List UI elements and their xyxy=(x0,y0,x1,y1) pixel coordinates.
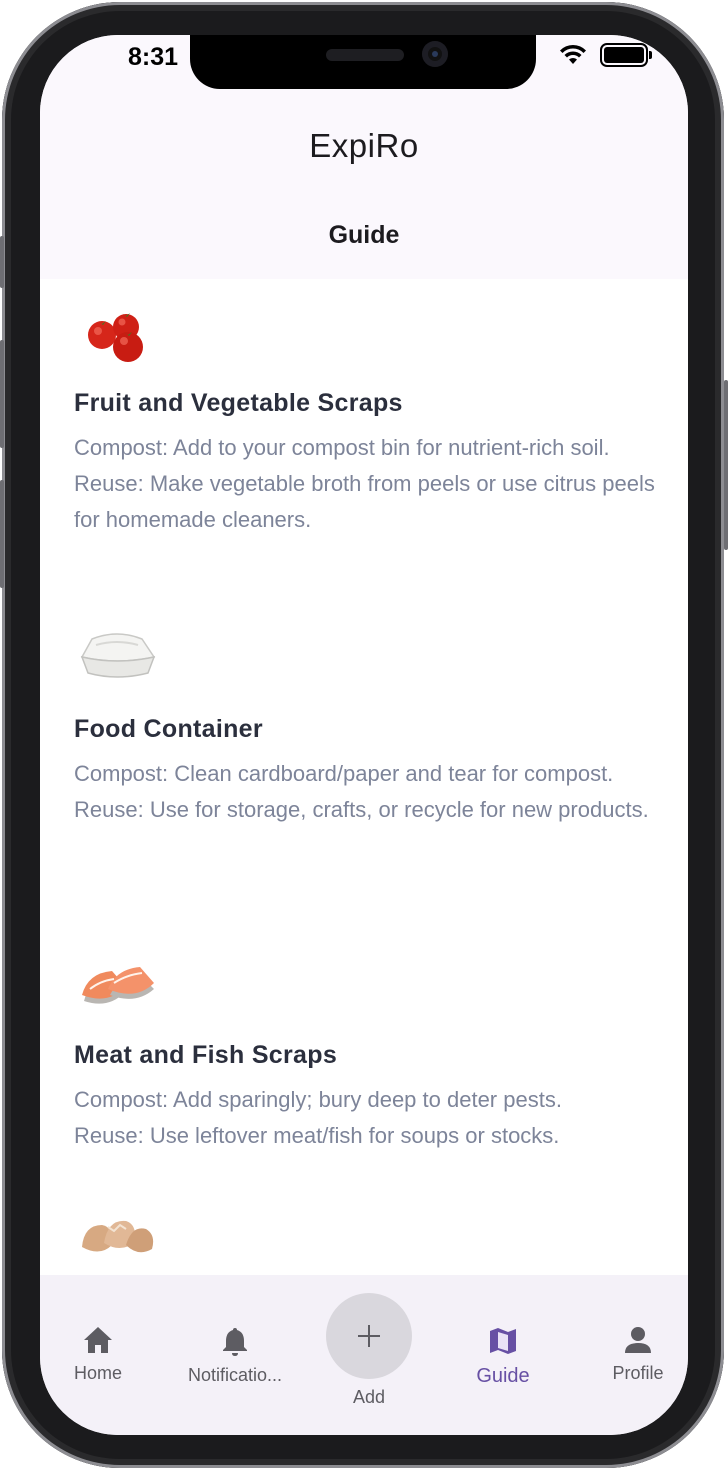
item-title: Meat and Fish Scraps xyxy=(74,1041,338,1069)
speaker-grille xyxy=(326,49,404,61)
reuse-tip: Reuse: Use leftover meat/fish for soups … xyxy=(74,1123,560,1148)
reuse-tip: Reuse: Make vegetable broth from peels o… xyxy=(74,471,655,532)
food-container-image xyxy=(80,633,156,678)
item-description: Compost: Add sparingly; bury deep to det… xyxy=(74,1082,664,1154)
compost-tip: Compost: Add to your compost bin for nut… xyxy=(74,435,610,460)
app-screen: ExpiRo Guide 8:31 Fruit and Vegetable Sc… xyxy=(40,35,688,1435)
guide-item: Food Container Compost: Clean cardboard/… xyxy=(74,617,664,828)
salmon-image xyxy=(82,967,154,1004)
guide-list[interactable]: Fruit and Vegetable Scraps Compost: Add … xyxy=(40,279,688,1275)
nav-profile[interactable]: Profile xyxy=(578,1325,688,1384)
add-button[interactable] xyxy=(326,1293,412,1379)
app-title: ExpiRo xyxy=(309,127,419,164)
page-title: Guide xyxy=(328,221,400,249)
tomatoes-image xyxy=(88,313,143,362)
nav-label-add: Add xyxy=(352,1387,386,1407)
nav-notifications[interactable]: Notificatio... xyxy=(172,1325,298,1386)
bell-icon xyxy=(223,1328,247,1356)
nav-home[interactable]: Home xyxy=(40,1325,158,1384)
item-title: Fruit and Vegetable Scraps xyxy=(74,389,403,417)
item-title: Food Container xyxy=(74,715,263,743)
wifi-icon xyxy=(560,44,586,64)
guide-item xyxy=(74,1195,664,1275)
nav-label-notifications: Notificatio... xyxy=(187,1365,283,1385)
mute-switch xyxy=(0,236,4,288)
reuse-tip: Reuse: Use for storage, crafts, or recyc… xyxy=(74,797,649,822)
nav-guide[interactable]: Guide xyxy=(443,1325,563,1388)
nav-label-home: Home xyxy=(73,1363,122,1383)
map-icon xyxy=(490,1328,516,1354)
eggshells-image xyxy=(82,1220,154,1253)
status-time: 8:31 xyxy=(128,43,179,71)
guide-item: Fruit and Vegetable Scraps Compost: Add … xyxy=(74,291,664,538)
volume-up-button xyxy=(0,340,4,448)
home-icon xyxy=(84,1327,112,1353)
item-description: Compost: Clean cardboard/paper and tear … xyxy=(74,756,664,828)
notch xyxy=(190,35,536,89)
guide-item: Meat and Fish Scraps Compost: Add sparin… xyxy=(74,943,664,1154)
bottom-navigation: Home Notificatio... Add Guide Profile xyxy=(40,1275,688,1435)
item-description: Compost: Add to your compost bin for nut… xyxy=(74,430,664,538)
nav-label-profile: Profile xyxy=(612,1363,664,1383)
plus-icon xyxy=(358,1325,380,1347)
person-icon xyxy=(625,1327,651,1353)
power-button xyxy=(724,380,728,550)
compost-tip: Compost: Add sparingly; bury deep to det… xyxy=(74,1087,562,1112)
volume-down-button xyxy=(0,480,4,588)
battery-icon xyxy=(600,43,652,67)
status-icons xyxy=(558,43,652,67)
nav-label-guide: Guide xyxy=(476,1365,530,1387)
front-camera xyxy=(422,41,448,67)
compost-tip: Compost: Clean cardboard/paper and tear … xyxy=(74,761,614,786)
